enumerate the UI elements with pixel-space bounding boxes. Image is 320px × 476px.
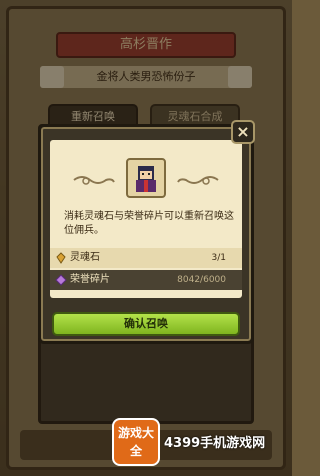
resource-row-honor-shard: 荣誉碎片 8042/6000 (50, 270, 242, 290)
dialog-description: 消耗灵魂石与荣誉碎片可以重新召唤这位佣兵。 (64, 211, 234, 236)
resource-label: 灵魂石 (70, 252, 100, 263)
confirm-summon-button[interactable]: 确认召唤 (52, 312, 240, 336)
ornament-left-icon (73, 176, 115, 185)
soul-stone-icon (56, 252, 66, 264)
resource-label: 荣誉碎片 (70, 274, 110, 285)
site-watermark: 4399手机游戏网 (164, 436, 266, 451)
mercenary-portrait (126, 158, 166, 198)
logo-badge-text: 游戏大全 (117, 426, 154, 458)
resource-row-soul-stone: 灵魂石 3/1 (50, 248, 242, 268)
mercenary-avatar-icon (136, 166, 156, 192)
honor-shard-icon (55, 274, 67, 286)
resource-value: 3/1 (211, 253, 226, 263)
close-button[interactable]: × (231, 120, 255, 144)
resource-value: 8042/6000 (177, 275, 226, 285)
ornament-right-icon (177, 176, 219, 185)
